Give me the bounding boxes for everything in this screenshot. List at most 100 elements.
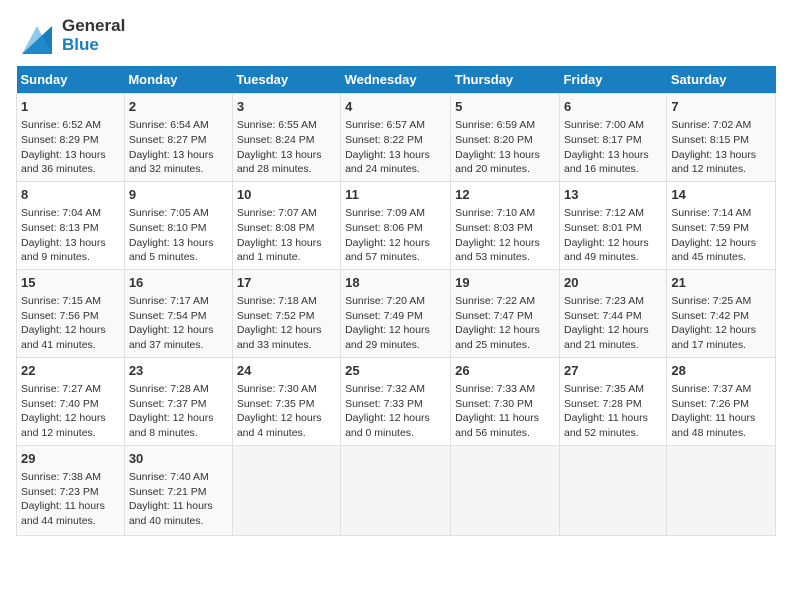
sunset-text: Sunset: 7:30 PM [455, 398, 533, 410]
day-number: 7 [671, 98, 771, 116]
calendar-cell: 6Sunrise: 7:00 AMSunset: 8:17 PMDaylight… [559, 94, 666, 182]
calendar-cell: 27Sunrise: 7:35 AMSunset: 7:28 PMDayligh… [559, 357, 666, 445]
calendar-cell: 23Sunrise: 7:28 AMSunset: 7:37 PMDayligh… [124, 357, 232, 445]
daylight-text: Daylight: 13 hours and 32 minutes. [129, 149, 214, 176]
day-number: 20 [564, 274, 662, 292]
sunset-text: Sunset: 7:37 PM [129, 398, 207, 410]
calendar-cell [451, 445, 560, 535]
sunrise-text: Sunrise: 7:17 AM [129, 295, 209, 307]
calendar-week-row: 1 Sunrise: 6:52 AM Sunset: 8:29 PM Daylight… [17, 94, 776, 182]
calendar-cell: 7Sunrise: 7:02 AMSunset: 8:15 PMDaylight… [667, 94, 776, 182]
col-monday: Monday [124, 66, 232, 94]
sunset-text: Sunset: 8:06 PM [345, 222, 423, 234]
sunset-text: Sunset: 8:29 PM [21, 134, 99, 146]
day-number: 21 [671, 274, 771, 292]
day-number: 26 [455, 362, 555, 380]
calendar-cell: 15Sunrise: 7:15 AMSunset: 7:56 PMDayligh… [17, 269, 125, 357]
daylight-text: Daylight: 13 hours and 28 minutes. [237, 149, 322, 176]
sunset-text: Sunset: 7:49 PM [345, 310, 423, 322]
calendar-week-row: 22Sunrise: 7:27 AMSunset: 7:40 PMDayligh… [17, 357, 776, 445]
day-number: 17 [237, 274, 336, 292]
calendar-cell: 19Sunrise: 7:22 AMSunset: 7:47 PMDayligh… [451, 269, 560, 357]
col-wednesday: Wednesday [341, 66, 451, 94]
day-number: 28 [671, 362, 771, 380]
calendar-cell: 2Sunrise: 6:54 AMSunset: 8:27 PMDaylight… [124, 94, 232, 182]
sunrise-text: Sunrise: 7:22 AM [455, 295, 535, 307]
calendar-cell: 5Sunrise: 6:59 AMSunset: 8:20 PMDaylight… [451, 94, 560, 182]
calendar-cell: 13Sunrise: 7:12 AMSunset: 8:01 PMDayligh… [559, 181, 666, 269]
sunrise-text: Sunrise: 7:30 AM [237, 383, 317, 395]
daylight-text: Daylight: 13 hours and 9 minutes. [21, 237, 106, 264]
day-number: 30 [129, 450, 228, 468]
col-friday: Friday [559, 66, 666, 94]
daylight-text: Daylight: 12 hours and 17 minutes. [671, 324, 756, 351]
daylight-text: Daylight: 13 hours and 20 minutes. [455, 149, 540, 176]
daylight-text: Daylight: 11 hours and 56 minutes. [455, 412, 539, 439]
sunrise-text: Sunrise: 7:40 AM [129, 471, 209, 483]
calendar-cell: 20Sunrise: 7:23 AMSunset: 7:44 PMDayligh… [559, 269, 666, 357]
calendar-cell [232, 445, 340, 535]
sunset-text: Sunset: 8:24 PM [237, 134, 315, 146]
day-number: 12 [455, 186, 555, 204]
day-number: 3 [237, 98, 336, 116]
sunset-text: Sunset: 7:56 PM [21, 310, 99, 322]
sunset-text: Sunset: 7:42 PM [671, 310, 749, 322]
sunset-text: Sunset: 7:54 PM [129, 310, 207, 322]
day-number: 5 [455, 98, 555, 116]
header: General Blue [16, 16, 776, 56]
sunrise-text: Sunrise: 7:07 AM [237, 207, 317, 219]
day-number: 14 [671, 186, 771, 204]
calendar-cell: 9Sunrise: 7:05 AMSunset: 8:10 PMDaylight… [124, 181, 232, 269]
sunset-text: Sunset: 7:23 PM [21, 486, 99, 498]
daylight-text: Daylight: 12 hours and 33 minutes. [237, 324, 322, 351]
col-tuesday: Tuesday [232, 66, 340, 94]
daylight-text: Daylight: 12 hours and 53 minutes. [455, 237, 540, 264]
calendar-cell: 30Sunrise: 7:40 AMSunset: 7:21 PMDayligh… [124, 445, 232, 535]
sunrise-text: Sunrise: 7:35 AM [564, 383, 644, 395]
col-sunday: Sunday [17, 66, 125, 94]
sunrise-text: Sunrise: 6:54 AM [129, 119, 209, 131]
daylight-text: Daylight: 12 hours and 45 minutes. [671, 237, 756, 264]
logo-blue: Blue [62, 36, 125, 55]
daylight-text: Daylight: 12 hours and 37 minutes. [129, 324, 214, 351]
calendar-cell: 11Sunrise: 7:09 AMSunset: 8:06 PMDayligh… [341, 181, 451, 269]
sunset-text: Sunset: 7:33 PM [345, 398, 423, 410]
sunset-text: Sunset: 8:01 PM [564, 222, 642, 234]
sunrise-text: Sunrise: 6:59 AM [455, 119, 535, 131]
sunset-text: Sunset: 8:27 PM [129, 134, 207, 146]
sunrise-text: Sunrise: 7:04 AM [21, 207, 101, 219]
sunrise-text: Sunrise: 7:28 AM [129, 383, 209, 395]
day-number: 19 [455, 274, 555, 292]
day-number: 1 [21, 98, 120, 116]
sunrise-text: Sunrise: 6:55 AM [237, 119, 317, 131]
sunset-text: Sunset: 7:26 PM [671, 398, 749, 410]
calendar-cell: 21Sunrise: 7:25 AMSunset: 7:42 PMDayligh… [667, 269, 776, 357]
calendar-table: Sunday Monday Tuesday Wednesday Thursday… [16, 66, 776, 536]
sunrise-text: Sunrise: 7:20 AM [345, 295, 425, 307]
calendar-cell [559, 445, 666, 535]
col-thursday: Thursday [451, 66, 560, 94]
page-container: General Blue Sunday Monday Tuesday Wedne… [16, 16, 776, 536]
logo-icon [16, 16, 58, 56]
day-number: 23 [129, 362, 228, 380]
calendar-cell: 16Sunrise: 7:17 AMSunset: 7:54 PMDayligh… [124, 269, 232, 357]
day-number: 25 [345, 362, 446, 380]
sunset-text: Sunset: 7:35 PM [237, 398, 315, 410]
calendar-cell: 18Sunrise: 7:20 AMSunset: 7:49 PMDayligh… [341, 269, 451, 357]
sunset-text: Sunset: 7:40 PM [21, 398, 99, 410]
sunrise-text: Sunrise: 7:27 AM [21, 383, 101, 395]
daylight-text: Daylight: 12 hours and 21 minutes. [564, 324, 649, 351]
day-number: 18 [345, 274, 446, 292]
calendar-cell: 28Sunrise: 7:37 AMSunset: 7:26 PMDayligh… [667, 357, 776, 445]
sunrise-text: Sunrise: 6:52 AM [21, 119, 101, 131]
daylight-text: Daylight: 12 hours and 12 minutes. [21, 412, 106, 439]
sunrise-text: Sunrise: 6:57 AM [345, 119, 425, 131]
sunset-text: Sunset: 7:28 PM [564, 398, 642, 410]
sunrise-text: Sunrise: 7:02 AM [671, 119, 751, 131]
daylight-text: Daylight: 13 hours and 24 minutes. [345, 149, 430, 176]
sunrise-text: Sunrise: 7:32 AM [345, 383, 425, 395]
daylight-text: Daylight: 12 hours and 0 minutes. [345, 412, 430, 439]
calendar-cell: 24Sunrise: 7:30 AMSunset: 7:35 PMDayligh… [232, 357, 340, 445]
sunrise-text: Sunrise: 7:38 AM [21, 471, 101, 483]
calendar-cell: 1Sunrise: 6:52 AMSunset: 8:29 PMDaylight… [17, 94, 125, 182]
